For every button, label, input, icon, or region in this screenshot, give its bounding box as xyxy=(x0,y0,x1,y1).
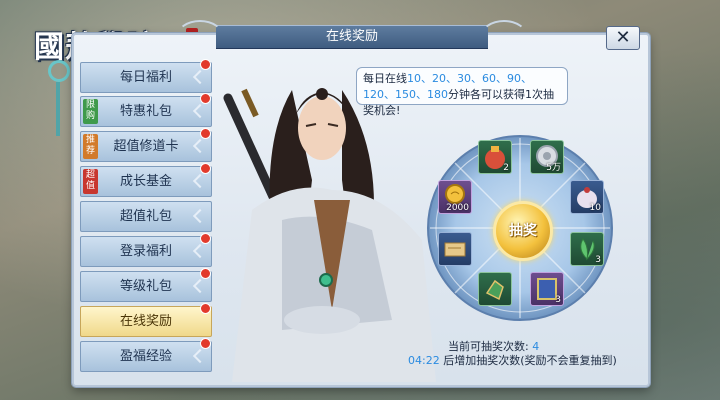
reward-slot: 10 xyxy=(570,180,604,214)
reward-slot xyxy=(478,272,512,306)
notification-dot-icon xyxy=(200,93,211,104)
sidebar-item-online-reward[interactable]: 在线奖励 xyxy=(80,303,212,337)
bubble-prefix: 每日在线 xyxy=(363,72,407,85)
sidebar-item-label: 在线奖励 xyxy=(119,314,172,329)
sidebar-item-cultivation-card[interactable]: 推荐 超值修道卡 xyxy=(80,128,212,162)
sidebar-item-label: 特惠礼包 xyxy=(119,104,172,119)
sidebar-item-label: 等级礼包 xyxy=(119,279,172,294)
notification-dot-icon xyxy=(200,163,211,174)
sidebar-item-label: 超值礼包 xyxy=(119,209,172,224)
reward-slot: 2000 xyxy=(438,180,472,214)
timer-description: 后增加抽奖次数(奖励不会重复抽到) xyxy=(443,354,617,367)
reward-amount: 2 xyxy=(503,163,509,173)
sidebar-item-label: 盈福经验 xyxy=(119,349,172,364)
jade-pendant-icon xyxy=(48,60,70,136)
sidebar-item-label: 超值修道卡 xyxy=(113,139,179,154)
spin-draw-button[interactable]: 抽奖 xyxy=(493,201,553,261)
sidebar-item-label: 成长基金 xyxy=(119,174,172,189)
notification-dot-icon xyxy=(200,128,211,139)
sidebar-item-special-pack[interactable]: 限购 特惠礼包 xyxy=(80,93,212,127)
scroll-map-icon xyxy=(444,242,466,257)
reward-slot: 2 xyxy=(478,140,512,174)
reward-amount: 3 xyxy=(595,255,601,265)
notification-dot-icon xyxy=(200,303,211,314)
countdown-timer: 04:22 xyxy=(408,354,440,367)
notification-dot-icon xyxy=(200,268,211,279)
notification-dot-icon xyxy=(200,59,211,70)
window-titlebar: 在线奖励 xyxy=(176,20,528,49)
green-gem-icon xyxy=(485,279,504,301)
reward-amount: 2000 xyxy=(446,203,469,213)
reward-slot: 3 xyxy=(570,232,604,266)
sidebar-item-growth-fund[interactable]: 超值 成长基金 xyxy=(80,163,212,197)
close-button[interactable]: ✕ xyxy=(606,26,640,50)
info-speech-bubble: 每日在线10、20、30、60、90、120、150、180分钟各可以获得1次抽… xyxy=(356,67,568,117)
sidebar-item-label: 每日福利 xyxy=(119,70,172,85)
sidebar-item-login-welfare[interactable]: 登录福利 xyxy=(80,233,212,267)
reward-amount: 5万 xyxy=(546,163,561,173)
notification-dot-icon xyxy=(200,338,211,349)
sidebar-item-bonus-exp[interactable]: 盈福经验 xyxy=(80,338,212,372)
notification-dot-icon xyxy=(200,233,211,244)
lottery-wheel: 2 5万 10 3 3 2000 抽奖 xyxy=(420,134,620,326)
reward-slot: 3 xyxy=(530,272,564,306)
reward-amount: 10 xyxy=(589,203,601,213)
sidebar-item-level-pack[interactable]: 等级礼包 xyxy=(80,268,212,302)
sidebar-item-daily-welfare[interactable]: 每日福利 xyxy=(80,59,212,93)
swordsman-character-illustration xyxy=(223,88,436,382)
sidebar-item-value-pack[interactable]: 超值礼包 xyxy=(80,201,212,232)
draw-timer-line: 04:22 后增加抽奖次数(奖励不会重复抽到) xyxy=(408,352,617,368)
reward-slot: 5万 xyxy=(530,140,564,174)
sidebar-item-label: 登录福利 xyxy=(119,244,172,259)
reward-slot xyxy=(438,232,472,266)
reward-amount: 3 xyxy=(555,295,561,305)
window-title: 在线奖励 xyxy=(325,29,378,44)
